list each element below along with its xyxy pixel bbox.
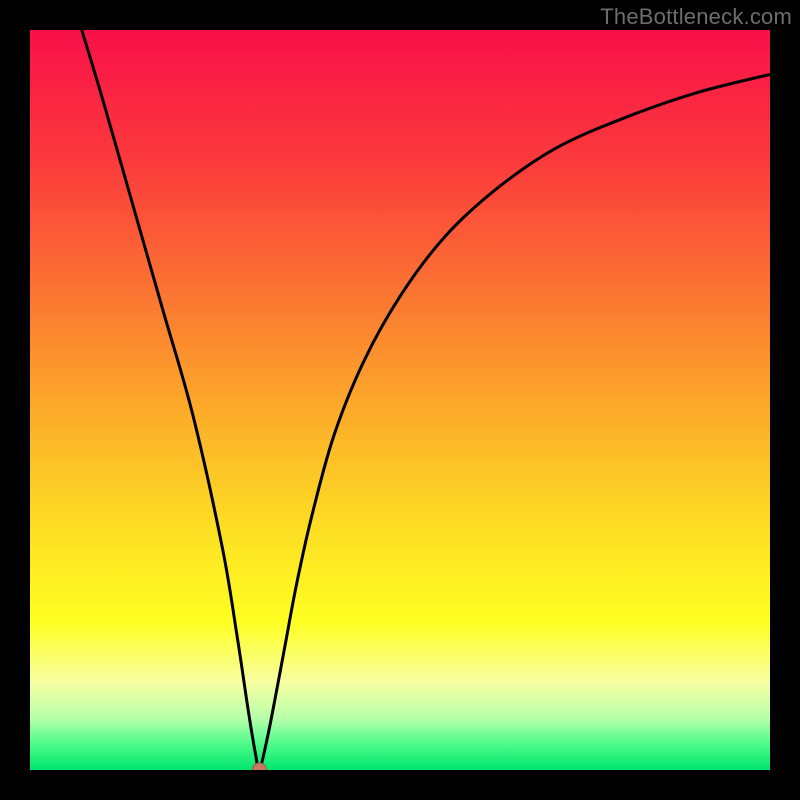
bottleneck-chart bbox=[30, 30, 770, 770]
gradient-background bbox=[30, 30, 770, 770]
chart-frame bbox=[30, 30, 770, 770]
attribution-text: TheBottleneck.com bbox=[600, 4, 792, 30]
